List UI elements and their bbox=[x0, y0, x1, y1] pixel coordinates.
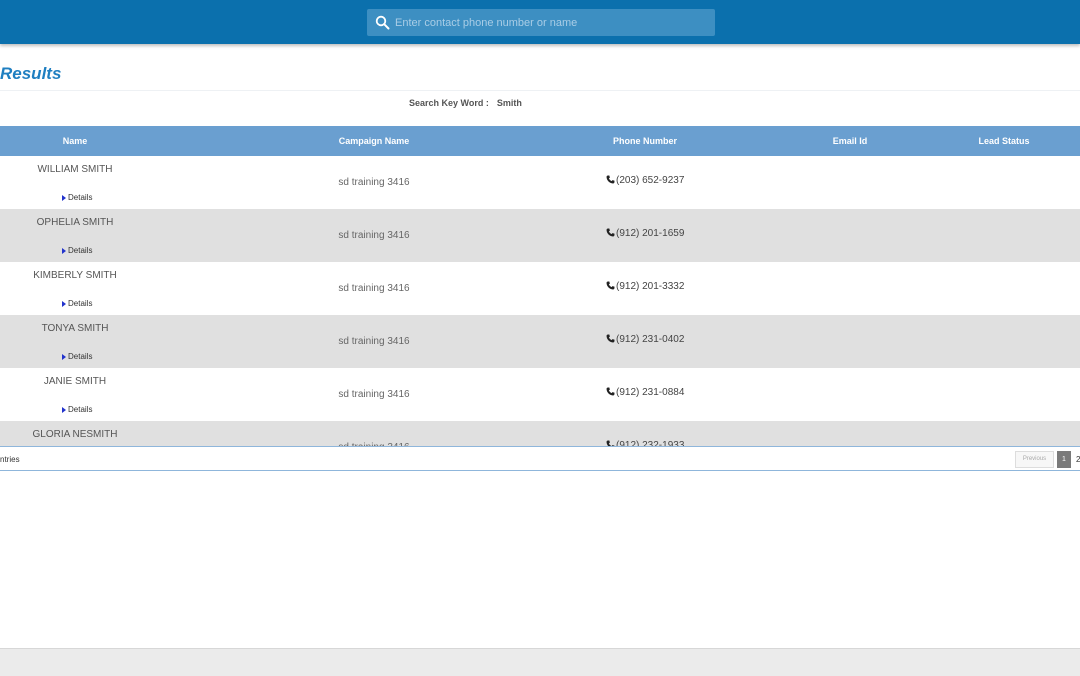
details-link[interactable]: Details bbox=[62, 246, 92, 255]
details-link[interactable]: Details bbox=[62, 352, 92, 361]
previous-page-button[interactable]: Previous bbox=[1015, 451, 1054, 468]
phone-icon bbox=[606, 334, 616, 345]
phone-number-text: (912) 231-0402 bbox=[616, 334, 685, 345]
table-row: JANIE SMITH Details sd training 3416 (912) … bbox=[0, 368, 1080, 421]
campaign-name: sd training 3416 bbox=[338, 389, 410, 400]
contact-name: JANIE SMITH bbox=[43, 376, 107, 387]
contact-name: GLORIA NESMITH bbox=[32, 429, 118, 440]
details-link[interactable]: Details bbox=[62, 193, 92, 202]
bottom-bar bbox=[0, 648, 1080, 676]
contact-name: WILLIAM SMITH bbox=[37, 164, 113, 175]
phone-number[interactable]: (912) 231-0402 bbox=[606, 334, 684, 345]
keyword-value: Smith bbox=[496, 98, 522, 108]
phone-number[interactable]: (912) 201-1659 bbox=[606, 228, 684, 239]
phone-icon bbox=[606, 281, 616, 292]
phone-icon bbox=[606, 228, 616, 239]
top-bar bbox=[0, 0, 1080, 44]
divider bbox=[0, 90, 1080, 91]
caret-right-icon bbox=[62, 194, 66, 201]
table-header: Name Campaign Name Phone Number Email Id… bbox=[0, 126, 1080, 156]
table-row: TONYA SMITH Details sd training 3416 (912) … bbox=[0, 315, 1080, 368]
phone-number-text: (912) 201-1659 bbox=[616, 228, 685, 239]
search-box[interactable] bbox=[367, 9, 715, 36]
caret-right-icon bbox=[62, 300, 66, 307]
search-icon[interactable] bbox=[375, 15, 390, 30]
details-label: Details bbox=[68, 193, 93, 202]
phone-number[interactable]: (912) 231-0884 bbox=[606, 387, 684, 398]
caret-right-icon bbox=[62, 406, 66, 413]
campaign-name: sd training 3416 bbox=[338, 283, 410, 294]
details-link[interactable]: Details bbox=[62, 299, 92, 308]
table-row: WILLIAM SMITH Details sd training 3416 (203… bbox=[0, 156, 1080, 209]
table-row: GLORIA NESMITHDetailssd training 3416(91… bbox=[0, 421, 1080, 446]
keyword-label: Search Key Word : bbox=[409, 98, 489, 108]
table-row: KIMBERLY SMITH Details sd training 3416 (91… bbox=[0, 262, 1080, 315]
table-body: WILLIAM SMITH Details sd training 3416 (203… bbox=[0, 156, 1080, 446]
page-title: Results bbox=[0, 64, 62, 83]
table-row: OPHELIA SMITH Details sd training 3416 (912… bbox=[0, 209, 1080, 262]
campaign-name: sd training 3416 bbox=[338, 336, 410, 347]
phone-number-text: (203) 652-9237 bbox=[616, 175, 685, 186]
details-link[interactable]: Details bbox=[62, 405, 92, 414]
page-1-button[interactable]: 1 bbox=[1057, 451, 1071, 468]
campaign-name: sd training 3416 bbox=[338, 177, 410, 188]
page-2-button[interactable]: 2 bbox=[1076, 455, 1080, 464]
search-keyword: Search Key Word : Smith bbox=[409, 98, 522, 108]
column-header-campaign[interactable]: Campaign Name bbox=[300, 126, 448, 156]
table-footer: ntries Previous 1 2 bbox=[0, 446, 1080, 471]
phone-number[interactable]: (203) 652-9237 bbox=[606, 175, 684, 186]
phone-icon bbox=[606, 175, 616, 186]
details-label: Details bbox=[68, 299, 93, 308]
details-label: Details bbox=[68, 246, 93, 255]
search-input[interactable] bbox=[395, 9, 705, 36]
entries-info: ntries bbox=[0, 455, 20, 464]
phone-number-text: (912) 201-3332 bbox=[616, 281, 685, 292]
details-label: Details bbox=[68, 405, 93, 414]
details-label: Details bbox=[68, 352, 93, 361]
column-header-name[interactable]: Name bbox=[0, 126, 150, 156]
column-header-email[interactable]: Email Id bbox=[790, 126, 910, 156]
caret-right-icon bbox=[62, 353, 66, 360]
contact-name: TONYA SMITH bbox=[41, 323, 109, 334]
phone-icon bbox=[606, 387, 616, 398]
caret-right-icon bbox=[62, 247, 66, 254]
column-header-lead-status[interactable]: Lead Status bbox=[950, 126, 1058, 156]
column-header-phone[interactable]: Phone Number bbox=[570, 126, 720, 156]
contact-name: OPHELIA SMITH bbox=[36, 217, 114, 228]
contact-name: KIMBERLY SMITH bbox=[33, 270, 117, 281]
phone-number-text: (912) 231-0884 bbox=[616, 387, 685, 398]
phone-number[interactable]: (912) 201-3332 bbox=[606, 281, 684, 292]
campaign-name: sd training 3416 bbox=[338, 230, 410, 241]
